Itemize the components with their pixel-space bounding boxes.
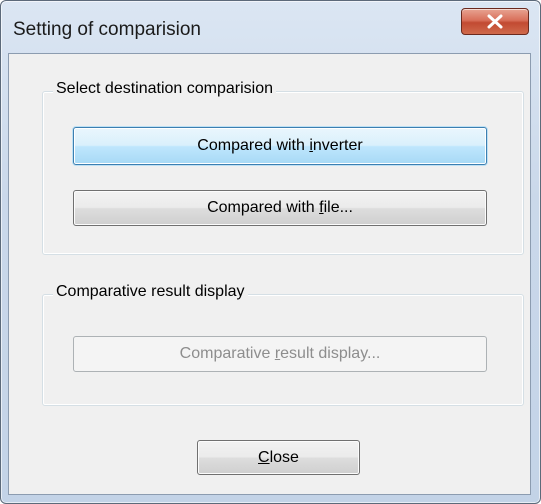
comparative-result-display-button[interactable]: Comparative result display... xyxy=(73,336,487,372)
close-button[interactable]: Close xyxy=(197,440,360,475)
compare-with-inverter-button[interactable]: Compared with inverter xyxy=(73,127,487,165)
comparative-result-display-label: Comparative result display... xyxy=(179,345,381,362)
window-close-button[interactable] xyxy=(461,8,529,35)
compare-with-inverter-label: Compared with inverter xyxy=(197,137,363,154)
close-button-label: Close xyxy=(258,448,299,466)
result-group-label: Comparative result display xyxy=(53,283,248,301)
compare-with-file-label: Compared with file... xyxy=(207,199,353,216)
destination-group-label: Select destination comparision xyxy=(53,80,277,98)
comparison-dialog: Setting of comparision Select destinatio… xyxy=(0,0,541,504)
title-bar[interactable]: Setting of comparision xyxy=(1,1,540,53)
window-title: Setting of comparision xyxy=(13,19,201,40)
compare-with-file-button[interactable]: Compared with file... xyxy=(73,190,487,226)
dialog-client-area: Select destination comparision Compared … xyxy=(8,53,531,495)
destination-groupbox: Select destination comparision xyxy=(42,80,524,255)
close-x-icon xyxy=(487,14,503,29)
